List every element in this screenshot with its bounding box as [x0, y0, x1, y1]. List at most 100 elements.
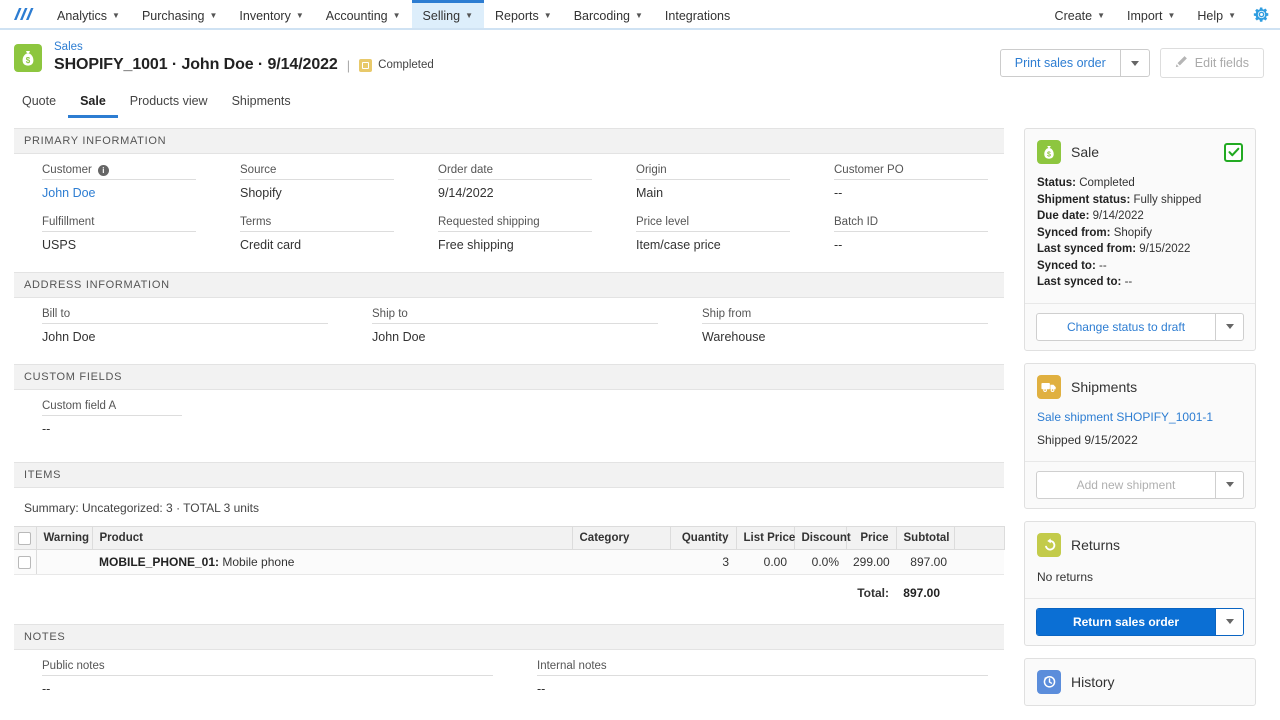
return-sales-order-label[interactable]: Return sales order: [1037, 609, 1215, 635]
change-status-label[interactable]: Change status to draft: [1037, 314, 1215, 340]
nav-label: Import: [1127, 9, 1162, 23]
truck-icon: [1037, 375, 1061, 399]
field-label-text: Order date: [438, 164, 493, 176]
chevron-down-icon: ▼: [635, 11, 643, 20]
print-dropdown-arrow[interactable]: [1120, 50, 1149, 76]
return-sales-order-button[interactable]: Return sales order: [1036, 608, 1244, 636]
sale-detail-synced-from: Synced from: Shopify: [1037, 225, 1243, 242]
nav-label: Analytics: [57, 9, 107, 23]
sale-shipment-link[interactable]: Sale shipment SHOPIFY_1001-1: [1037, 410, 1243, 424]
nav-item-purchasing[interactable]: Purchasing ▼: [131, 0, 228, 28]
change-status-dropdown-arrow[interactable]: [1215, 314, 1243, 340]
edit-fields-label: Edit fields: [1195, 56, 1249, 70]
return-dropdown-arrow[interactable]: [1215, 609, 1243, 635]
add-shipment-dropdown-arrow[interactable]: [1215, 472, 1243, 498]
field-label: Ship from: [702, 308, 988, 324]
detail-key: Due date:: [1037, 210, 1089, 222]
column-header-price[interactable]: Price: [846, 527, 896, 550]
table-row[interactable]: MOBILE_PHONE_01: Mobile phone 3 0.00 0.0…: [14, 550, 1004, 575]
column-header-category[interactable]: Category: [572, 527, 670, 550]
nav-item-analytics[interactable]: Analytics ▼: [46, 0, 131, 28]
title-separator: |: [347, 58, 350, 73]
tab-quote[interactable]: Quote: [14, 90, 68, 118]
money-bag-icon: $: [14, 44, 42, 72]
field-value-batch-id: --: [834, 232, 988, 252]
field-label: Source: [240, 164, 394, 180]
field-label-text: Source: [240, 164, 276, 176]
detail-value: Completed: [1079, 177, 1135, 189]
field-value-public-notes: --: [42, 676, 493, 696]
header-text-block: Sales SHOPIFY_1001 · John Doe · 9/14/202…: [54, 40, 434, 74]
main-menu: Analytics ▼ Purchasing ▼ Inventory ▼ Acc…: [46, 0, 741, 28]
column-header-warning[interactable]: Warning: [36, 527, 92, 550]
field-label-text: Bill to: [42, 308, 70, 320]
sale-detail-status: Status: Completed: [1037, 175, 1243, 192]
shipments-panel-footer: Add new shipment: [1025, 461, 1255, 508]
address-information-fields: Bill to John Doe Ship to John Doe Ship f…: [14, 298, 1004, 364]
field-requested-shipping: Requested shipping Free shipping: [410, 216, 592, 252]
column-header-product[interactable]: Product: [92, 527, 572, 550]
detail-key: Synced from:: [1037, 227, 1111, 239]
tab-shipments[interactable]: Shipments: [220, 90, 303, 118]
field-label: Batch ID: [834, 216, 988, 232]
column-header-list-price[interactable]: List Price: [736, 527, 794, 550]
nav-item-integrations[interactable]: Integrations: [654, 0, 741, 28]
column-header-actions: [954, 527, 1004, 550]
nav-item-barcoding[interactable]: Barcoding ▼: [563, 0, 654, 28]
detail-value: --: [1125, 276, 1133, 288]
edit-fields-button[interactable]: Edit fields: [1160, 48, 1264, 78]
detail-value: --: [1099, 260, 1107, 272]
nav-item-inventory[interactable]: Inventory ▼: [228, 0, 314, 28]
field-value-ship-from: Warehouse: [702, 324, 988, 344]
tab-sale[interactable]: Sale: [68, 90, 118, 118]
field-origin: Origin Main: [608, 164, 790, 200]
cell-product[interactable]: MOBILE_PHONE_01: Mobile phone: [92, 550, 572, 575]
custom-field-column: Custom field A --: [14, 400, 344, 452]
field-value-requested-shipping: Free shipping: [438, 232, 592, 252]
column-header-subtotal[interactable]: Subtotal: [896, 527, 954, 550]
column-header-discount[interactable]: Discount: [794, 527, 846, 550]
chevron-down-icon: ▼: [1097, 11, 1105, 20]
select-all-checkbox[interactable]: [18, 532, 31, 545]
row-checkbox[interactable]: [18, 556, 31, 569]
field-order-date: Order date 9/14/2022: [410, 164, 592, 200]
print-sales-order-label[interactable]: Print sales order: [1001, 50, 1120, 76]
row-checkbox-cell[interactable]: [14, 550, 36, 575]
field-label: Internal notes: [537, 660, 988, 676]
nav-item-create[interactable]: Create ▼: [1044, 0, 1116, 28]
clock-icon: [1037, 670, 1061, 694]
nav-item-reports[interactable]: Reports ▼: [484, 0, 563, 28]
nav-label: Create: [1055, 9, 1093, 23]
field-label: Custom field A: [42, 400, 182, 416]
gear-icon[interactable]: [1247, 0, 1280, 28]
nav-label: Inventory: [239, 9, 290, 23]
field-value-terms: Credit card: [240, 232, 394, 252]
nav-item-accounting[interactable]: Accounting ▼: [315, 0, 412, 28]
column-header-quantity[interactable]: Quantity: [670, 527, 736, 550]
nav-label: Help: [1197, 9, 1223, 23]
change-status-to-draft-button[interactable]: Change status to draft: [1036, 313, 1244, 341]
field-label-text: Ship to: [372, 308, 408, 320]
status-badge: Completed: [359, 59, 434, 72]
info-icon[interactable]: i: [98, 165, 109, 176]
section-header-notes: NOTES: [14, 624, 1004, 650]
add-new-shipment-button[interactable]: Add new shipment: [1036, 471, 1244, 499]
shipments-panel-header: Shipments: [1025, 364, 1255, 399]
chevron-down-icon: ▼: [544, 11, 552, 20]
nav-item-help[interactable]: Help ▼: [1186, 0, 1247, 28]
print-sales-order-button[interactable]: Print sales order: [1000, 49, 1150, 77]
section-header-items: ITEMS: [14, 462, 1004, 488]
chevron-down-icon: ▼: [1228, 11, 1236, 20]
field-price-level: Price level Item/case price: [608, 216, 790, 252]
field-label-text: Origin: [636, 164, 667, 176]
field-label: Ship to: [372, 308, 658, 324]
app-logo[interactable]: [0, 0, 46, 28]
nav-label: Purchasing: [142, 9, 205, 23]
nav-item-import[interactable]: Import ▼: [1116, 0, 1186, 28]
select-all-checkbox-cell[interactable]: [14, 527, 36, 550]
sale-panel-body: Status: Completed Shipment status: Fully…: [1025, 164, 1255, 303]
field-value-customer[interactable]: John Doe: [42, 180, 196, 200]
breadcrumb-sales[interactable]: Sales: [54, 40, 434, 54]
tab-products-view[interactable]: Products view: [118, 90, 220, 118]
nav-item-selling[interactable]: Selling ▼: [412, 0, 484, 28]
